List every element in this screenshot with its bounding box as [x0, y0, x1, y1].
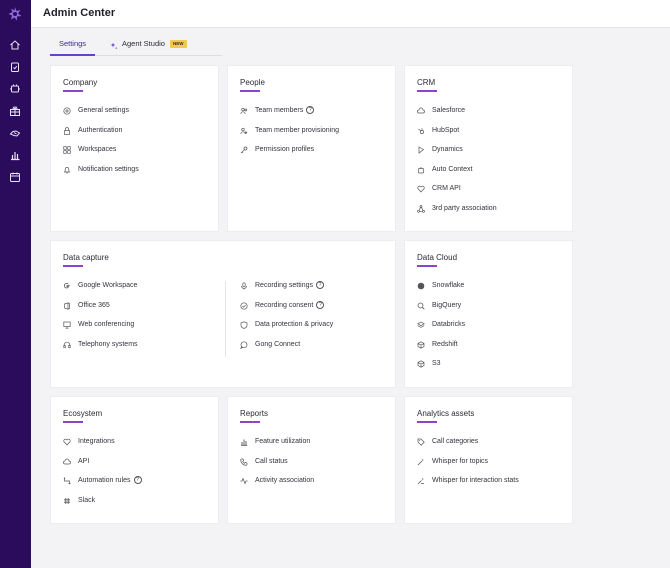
snowflake-icon — [417, 282, 425, 290]
activity-icon — [240, 477, 248, 485]
card-underline — [240, 90, 260, 92]
card-crm: CRM Salesforce HubSpot Dynamics Auto Con… — [404, 65, 573, 232]
help-icon[interactable]: ? — [315, 280, 324, 289]
card-data-cloud: Data Cloud Snowflake BigQuery Databricks… — [404, 240, 573, 388]
calendar-icon[interactable] — [9, 171, 21, 183]
shield-icon — [240, 321, 248, 329]
cube-icon — [417, 341, 425, 349]
card-people: People Team members? Team member provisi… — [227, 65, 396, 232]
chat-bubble-icon — [240, 341, 248, 349]
slack-icon — [63, 497, 71, 505]
card-underline — [417, 421, 437, 423]
cloud-code-icon — [63, 458, 71, 466]
help-icon[interactable]: ? — [133, 475, 142, 484]
phone-icon — [240, 458, 248, 466]
user-add-icon — [240, 127, 248, 135]
card-title-crm: CRM — [417, 78, 436, 87]
help-icon[interactable]: ? — [306, 105, 315, 114]
lock-icon — [63, 127, 71, 135]
workflow-icon — [63, 477, 71, 485]
tab-agent-studio-label: Agent Studio — [122, 39, 165, 48]
card-underline — [417, 90, 437, 92]
tag-icon — [417, 438, 425, 446]
search-database-icon — [417, 302, 425, 310]
card-title-people: People — [240, 78, 265, 87]
card-data-capture: Data capture Google Workspace Office 365… — [50, 240, 396, 388]
office-icon — [63, 302, 71, 310]
card-company: Company General settings Authentication … — [50, 65, 219, 232]
clipboard-icon[interactable] — [9, 61, 21, 73]
cloud-icon — [417, 107, 425, 115]
bell-icon — [63, 166, 71, 174]
hubspot-icon — [417, 127, 425, 135]
google-icon — [63, 282, 71, 290]
card-underline — [63, 421, 83, 423]
robot-icon — [417, 166, 425, 174]
bar-chart-icon[interactable] — [9, 149, 21, 161]
magic-wand-icon — [417, 458, 425, 466]
help-icon[interactable]: ? — [316, 300, 325, 309]
card-underline — [63, 90, 83, 92]
card-underline — [240, 421, 260, 423]
card-title-reports: Reports — [240, 409, 269, 418]
network-icon — [417, 205, 425, 213]
heart-plug-icon — [417, 185, 425, 193]
logo-icon[interactable] — [7, 6, 23, 22]
check-circle-icon — [240, 302, 248, 310]
gear-icon — [63, 107, 71, 115]
column-divider — [225, 281, 226, 357]
bar-chart-icon — [240, 438, 248, 446]
monitor-icon — [63, 321, 71, 329]
dynamics-icon — [417, 146, 425, 154]
card-title-ecosystem: Ecosystem — [63, 409, 103, 418]
plug-heart-icon — [63, 438, 71, 446]
tab-settings[interactable]: Settings — [50, 36, 95, 56]
card-title-company: Company — [63, 78, 98, 87]
card-title-analytics-assets: Analytics assets — [417, 409, 475, 418]
sparkle-icon — [110, 40, 118, 50]
tab-agent-studio[interactable]: Agent Studio NEW — [110, 36, 220, 56]
microphone-icon — [240, 282, 248, 290]
card-ecosystem: Ecosystem Integrations API Automation ru… — [50, 396, 219, 524]
header: Admin Center — [31, 0, 670, 28]
users-icon — [240, 107, 248, 115]
magic-chart-icon — [417, 477, 425, 485]
card-title-data-capture: Data capture — [63, 253, 109, 262]
hands-icon[interactable] — [9, 127, 21, 139]
plugin-icon[interactable] — [9, 83, 21, 95]
card-reports: Reports Feature utilization Call status … — [227, 396, 396, 524]
grid-icon — [63, 146, 71, 154]
home-icon[interactable] — [9, 39, 21, 51]
headset-icon — [63, 341, 71, 349]
sidebar — [0, 0, 31, 568]
gift-icon[interactable] — [9, 105, 21, 117]
key-icon — [240, 146, 248, 154]
new-badge: NEW — [170, 40, 187, 48]
layers-icon — [417, 321, 425, 329]
card-underline — [63, 265, 83, 267]
tab-bar: Settings Agent Studio NEW — [50, 36, 222, 56]
card-underline — [417, 265, 437, 267]
card-analytics-assets: Analytics assets Call categories Whisper… — [404, 396, 573, 524]
page-title: Admin Center — [43, 7, 116, 19]
card-title-data-cloud: Data Cloud — [417, 253, 458, 262]
bucket-icon — [417, 360, 425, 368]
